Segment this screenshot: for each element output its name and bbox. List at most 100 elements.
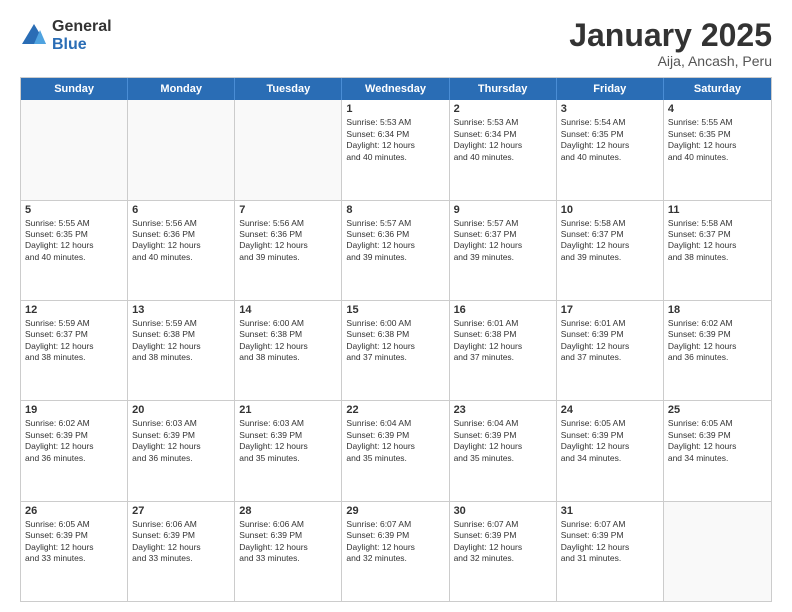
calendar-week-4: 19 Sunrise: 6:02 AM Sunset: 6:39 PM Dayli…: [21, 400, 771, 500]
day-info: Sunrise: 5:57 AM Sunset: 6:36 PM Dayligh…: [346, 218, 444, 264]
day-number: 9: [454, 204, 552, 216]
calendar-cell: 17 Sunrise: 6:01 AM Sunset: 6:39 PM Dayli…: [557, 301, 664, 400]
day-info: Sunrise: 6:00 AM Sunset: 6:38 PM Dayligh…: [239, 318, 337, 364]
day-info: Sunrise: 6:06 AM Sunset: 6:39 PM Dayligh…: [132, 519, 230, 565]
day-info: Sunrise: 6:04 AM Sunset: 6:39 PM Dayligh…: [454, 418, 552, 464]
day-number: 26: [25, 505, 123, 517]
day-info: Sunrise: 6:01 AM Sunset: 6:39 PM Dayligh…: [561, 318, 659, 364]
calendar-cell: 28Sunrise: 6:06 AM Sunset: 6:39 PM Dayli…: [235, 502, 342, 601]
calendar-cell: 11 Sunrise: 5:58 AM Sunset: 6:37 PM Dayli…: [664, 201, 771, 300]
day-info: Sunrise: 5:59 AM Sunset: 6:38 PM Dayligh…: [132, 318, 230, 364]
day-number: 30: [454, 505, 552, 517]
calendar-cell: 8 Sunrise: 5:57 AM Sunset: 6:36 PM Daylig…: [342, 201, 449, 300]
header-day-sunday: Sunday: [21, 78, 128, 100]
day-info: Sunrise: 5:53 AM Sunset: 6:34 PM Dayligh…: [454, 117, 552, 163]
calendar-week-5: 26 Sunrise: 6:05 AM Sunset: 6:39 PM Dayli…: [21, 501, 771, 601]
calendar-cell: 5Sunrise: 5:55 AM Sunset: 6:35 PM Daylig…: [21, 201, 128, 300]
day-info: Sunrise: 6:02 AM Sunset: 6:39 PM Dayligh…: [25, 418, 123, 464]
calendar-cell: 18 Sunrise: 6:02 AM Sunset: 6:39 PM Dayli…: [664, 301, 771, 400]
logo-text: General Blue: [52, 18, 112, 53]
calendar-cell: [235, 100, 342, 199]
day-info: Sunrise: 5:56 AM Sunset: 6:36 PM Dayligh…: [239, 218, 337, 264]
calendar-cell: 30 Sunrise: 6:07 AM Sunset: 6:39 PM Dayli…: [450, 502, 557, 601]
calendar-cell: 4 Sunrise: 5:55 AM Sunset: 6:35 PM Daylig…: [664, 100, 771, 199]
day-number: 6: [132, 204, 230, 216]
calendar-cell: 20Sunrise: 6:03 AM Sunset: 6:39 PM Dayli…: [128, 401, 235, 500]
logo-blue: Blue: [52, 36, 112, 54]
day-number: 1: [346, 103, 444, 115]
calendar-cell: 23 Sunrise: 6:04 AM Sunset: 6:39 PM Dayli…: [450, 401, 557, 500]
day-number: 10: [561, 204, 659, 216]
calendar-cell: 13 Sunrise: 5:59 AM Sunset: 6:38 PM Dayli…: [128, 301, 235, 400]
day-number: 24: [561, 404, 659, 416]
calendar-cell: 26 Sunrise: 6:05 AM Sunset: 6:39 PM Dayli…: [21, 502, 128, 601]
calendar-cell: 9 Sunrise: 5:57 AM Sunset: 6:37 PM Daylig…: [450, 201, 557, 300]
day-number: 8: [346, 204, 444, 216]
calendar-cell: 19 Sunrise: 6:02 AM Sunset: 6:39 PM Dayli…: [21, 401, 128, 500]
day-number: 14: [239, 304, 337, 316]
day-info: Sunrise: 6:04 AM Sunset: 6:39 PM Dayligh…: [346, 418, 444, 464]
day-info: Sunrise: 6:00 AM Sunset: 6:38 PM Dayligh…: [346, 318, 444, 364]
day-info: Sunrise: 5:58 AM Sunset: 6:37 PM Dayligh…: [561, 218, 659, 264]
calendar-cell: 3 Sunrise: 5:54 AM Sunset: 6:35 PM Daylig…: [557, 100, 664, 199]
calendar-cell: 31Sunrise: 6:07 AM Sunset: 6:39 PM Dayli…: [557, 502, 664, 601]
calendar-cell: 24Sunrise: 6:05 AM Sunset: 6:39 PM Dayli…: [557, 401, 664, 500]
day-info: Sunrise: 5:56 AM Sunset: 6:36 PM Dayligh…: [132, 218, 230, 264]
day-number: 15: [346, 304, 444, 316]
day-number: 17: [561, 304, 659, 316]
day-number: 21: [239, 404, 337, 416]
day-info: Sunrise: 6:05 AM Sunset: 6:39 PM Dayligh…: [668, 418, 767, 464]
calendar-cell: 27 Sunrise: 6:06 AM Sunset: 6:39 PM Dayli…: [128, 502, 235, 601]
day-info: Sunrise: 6:01 AM Sunset: 6:38 PM Dayligh…: [454, 318, 552, 364]
calendar-header: SundayMondayTuesdayWednesdayThursdayFrid…: [21, 78, 771, 100]
day-number: 5: [25, 204, 123, 216]
calendar-week-3: 12Sunrise: 5:59 AM Sunset: 6:37 PM Dayli…: [21, 300, 771, 400]
calendar-cell: 22 Sunrise: 6:04 AM Sunset: 6:39 PM Dayli…: [342, 401, 449, 500]
day-number: 7: [239, 204, 337, 216]
day-number: 27: [132, 505, 230, 517]
day-info: Sunrise: 6:06 AM Sunset: 6:39 PM Dayligh…: [239, 519, 337, 565]
day-number: 11: [668, 204, 767, 216]
day-info: Sunrise: 6:03 AM Sunset: 6:39 PM Dayligh…: [239, 418, 337, 464]
day-info: Sunrise: 5:58 AM Sunset: 6:37 PM Dayligh…: [668, 218, 767, 264]
day-number: 29: [346, 505, 444, 517]
logo-general: General: [52, 18, 112, 36]
day-number: 16: [454, 304, 552, 316]
calendar-subtitle: Aija, Ancash, Peru: [569, 53, 772, 69]
day-info: Sunrise: 6:07 AM Sunset: 6:39 PM Dayligh…: [454, 519, 552, 565]
day-number: 13: [132, 304, 230, 316]
calendar-cell: [21, 100, 128, 199]
day-number: 22: [346, 404, 444, 416]
day-info: Sunrise: 6:07 AM Sunset: 6:39 PM Dayligh…: [346, 519, 444, 565]
day-info: Sunrise: 6:05 AM Sunset: 6:39 PM Dayligh…: [25, 519, 123, 565]
day-number: 3: [561, 103, 659, 115]
calendar-cell: 14 Sunrise: 6:00 AM Sunset: 6:38 PM Dayli…: [235, 301, 342, 400]
calendar-cell: 15 Sunrise: 6:00 AM Sunset: 6:38 PM Dayli…: [342, 301, 449, 400]
header: General Blue January 2025 Aija, Ancash, …: [20, 18, 772, 69]
day-info: Sunrise: 6:02 AM Sunset: 6:39 PM Dayligh…: [668, 318, 767, 364]
calendar-cell: 25Sunrise: 6:05 AM Sunset: 6:39 PM Dayli…: [664, 401, 771, 500]
day-number: 2: [454, 103, 552, 115]
day-number: 19: [25, 404, 123, 416]
header-day-wednesday: Wednesday: [342, 78, 449, 100]
header-day-monday: Monday: [128, 78, 235, 100]
calendar-cell: 16 Sunrise: 6:01 AM Sunset: 6:38 PM Dayli…: [450, 301, 557, 400]
day-number: 4: [668, 103, 767, 115]
logo-icon: [20, 22, 48, 50]
day-info: Sunrise: 6:07 AM Sunset: 6:39 PM Dayligh…: [561, 519, 659, 565]
calendar-body: 1 Sunrise: 5:53 AM Sunset: 6:34 PM Daylig…: [21, 100, 771, 601]
calendar-cell: [128, 100, 235, 199]
calendar-cell: 12Sunrise: 5:59 AM Sunset: 6:37 PM Dayli…: [21, 301, 128, 400]
page: General Blue January 2025 Aija, Ancash, …: [0, 0, 792, 612]
title-block: January 2025 Aija, Ancash, Peru: [569, 18, 772, 69]
day-number: 18: [668, 304, 767, 316]
day-info: Sunrise: 5:57 AM Sunset: 6:37 PM Dayligh…: [454, 218, 552, 264]
calendar-cell: 7 Sunrise: 5:56 AM Sunset: 6:36 PM Daylig…: [235, 201, 342, 300]
header-day-friday: Friday: [557, 78, 664, 100]
day-info: Sunrise: 5:54 AM Sunset: 6:35 PM Dayligh…: [561, 117, 659, 163]
calendar-cell: 1Sunrise: 5:53 AM Sunset: 6:34 PM Daylig…: [342, 100, 449, 199]
day-info: Sunrise: 5:55 AM Sunset: 6:35 PM Dayligh…: [668, 117, 767, 163]
header-day-saturday: Saturday: [664, 78, 771, 100]
day-number: 23: [454, 404, 552, 416]
day-info: Sunrise: 6:03 AM Sunset: 6:39 PM Dayligh…: [132, 418, 230, 464]
